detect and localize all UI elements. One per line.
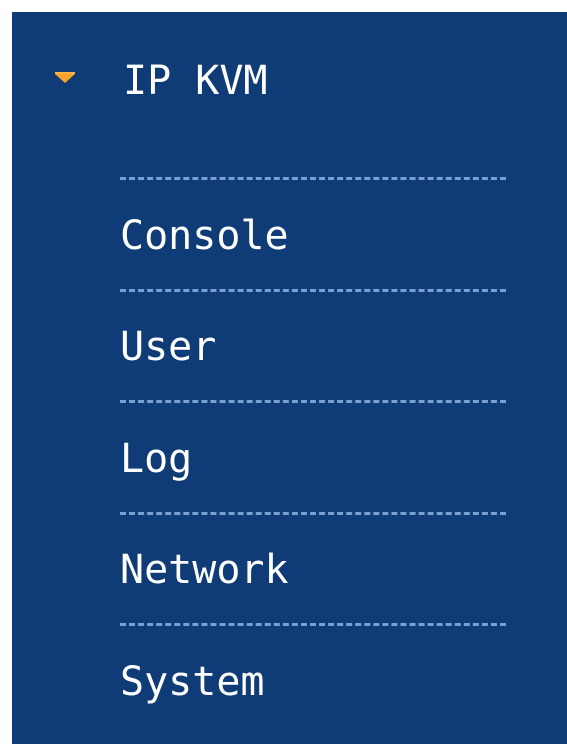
menu-divider	[120, 400, 506, 403]
menu-divider	[120, 177, 506, 180]
menu-divider	[120, 289, 506, 292]
menu-title: IP KVM	[123, 58, 268, 104]
menu-item-label: Log	[120, 436, 193, 482]
menu-item-label: System	[120, 659, 265, 705]
menu-item-user[interactable]: User	[120, 318, 540, 378]
ip-kvm-nav-menu: IP KVM Console User Log Network System	[12, 12, 567, 744]
menu-divider	[120, 512, 506, 515]
menu-item-console[interactable]: Console	[120, 207, 540, 267]
menu-item-label: Console	[120, 213, 289, 259]
menu-header-ip-kvm[interactable]: IP KVM	[12, 52, 567, 112]
menu-item-label: User	[120, 324, 217, 370]
menu-item-network[interactable]: Network	[120, 541, 540, 601]
menu-item-label: Network	[120, 547, 289, 593]
menu-item-system[interactable]: System	[120, 653, 540, 713]
caret-down-icon	[55, 72, 75, 83]
menu-item-log[interactable]: Log	[120, 430, 540, 490]
menu-divider	[120, 623, 506, 626]
